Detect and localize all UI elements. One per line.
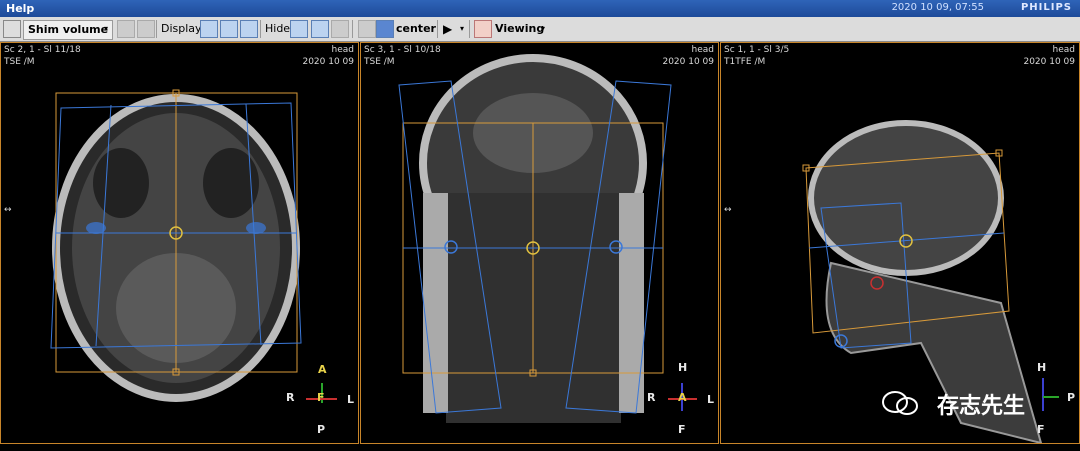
viewport-coronal[interactable]: Sc 3, 1 - Sl 10/18 head TSE /M 2020 10 0… [360, 42, 719, 444]
close-icon[interactable] [137, 20, 155, 38]
display-plane-icon[interactable] [200, 20, 218, 38]
network-icon[interactable] [3, 20, 21, 38]
date-info: 2020 10 09 [662, 57, 714, 67]
resize-handle-icon[interactable]: ↔ [724, 205, 732, 215]
sequence-info: TSE /M [364, 57, 395, 67]
sequence-info: TSE /M [4, 57, 35, 67]
coil-info: head [331, 45, 354, 55]
orient-bottom: P [317, 423, 326, 436]
orient-left: R [286, 391, 295, 404]
wechat-icon [882, 391, 918, 415]
date-info: 2020 10 09 [302, 57, 354, 67]
scan-info: Sc 1, 1 - Sl 3/5 [724, 45, 790, 55]
viewport-axial[interactable]: Sc 2, 1 - Sl 11/18 head TSE /M 2020 10 0… [0, 42, 359, 444]
hand-icon[interactable] [474, 20, 492, 38]
orient-center: A [678, 391, 687, 404]
title-bar: Help 2020 10 09, 07:55 PHILIPS [0, 0, 1080, 17]
hide-label: Hide [265, 22, 291, 35]
chevron-down-icon[interactable]: ▾ [541, 20, 545, 38]
watermark-text: 存志先生 [937, 394, 1026, 419]
axial-image [50, 89, 337, 403]
resize-handle-icon[interactable]: ↔ [4, 205, 12, 215]
scan-info: Sc 3, 1 - Sl 10/18 [364, 45, 441, 55]
coil-info: head [1052, 45, 1075, 55]
orient-bottom: F [678, 423, 686, 436]
shim-volume-select[interactable]: Shim volume [23, 20, 113, 40]
datetime-readout: 2020 10 09, 07:55 [891, 2, 984, 13]
orient-right: P [1067, 391, 1076, 404]
orient-center: F [317, 391, 325, 404]
orient-bottom: F [1037, 423, 1045, 436]
center-button[interactable]: center [396, 20, 436, 38]
sequence-info: T1TFE /M [724, 57, 766, 67]
date-info: 2020 10 09 [1023, 57, 1075, 67]
orient-top: H [1037, 361, 1047, 374]
coil-info: head [691, 45, 714, 55]
play-icon[interactable]: ▶ [443, 20, 452, 38]
hide-plane-icon[interactable] [290, 20, 308, 38]
orient-top: H [678, 361, 688, 374]
orient-left: R [647, 391, 656, 404]
disabled-icon[interactable] [358, 20, 376, 38]
hide-box-icon[interactable] [311, 20, 329, 38]
display-grid-icon[interactable] [240, 20, 258, 38]
brand-logo: PHILIPS [1020, 2, 1072, 13]
help-menu[interactable]: Help [6, 2, 34, 15]
orient-right: L [707, 393, 715, 406]
chevron-down-icon[interactable]: ▾ [460, 20, 464, 38]
display-box-icon[interactable] [220, 20, 238, 38]
display-label: Display [161, 22, 202, 35]
orient-right: L [347, 393, 355, 406]
cube-icon[interactable] [376, 20, 394, 38]
copy-icon[interactable] [117, 20, 135, 38]
viewport-sagittal[interactable]: Sc 1, 1 - Sl 3/5 head T1TFE /M 2020 10 0… [720, 42, 1080, 444]
orient-top: A [318, 363, 327, 376]
chevron-down-icon[interactable]: ▾ [104, 20, 112, 38]
scan-info: Sc 2, 1 - Sl 11/18 [4, 45, 81, 55]
viewing-menu[interactable]: Viewing [495, 20, 544, 38]
coronal-image [398, 54, 697, 423]
hide-other-icon[interactable] [331, 20, 349, 38]
toolbar: Shim volume ▾ Display Hide center ▶ ▾ Vi… [0, 17, 1080, 42]
sagittal-image [802, 120, 1059, 443]
